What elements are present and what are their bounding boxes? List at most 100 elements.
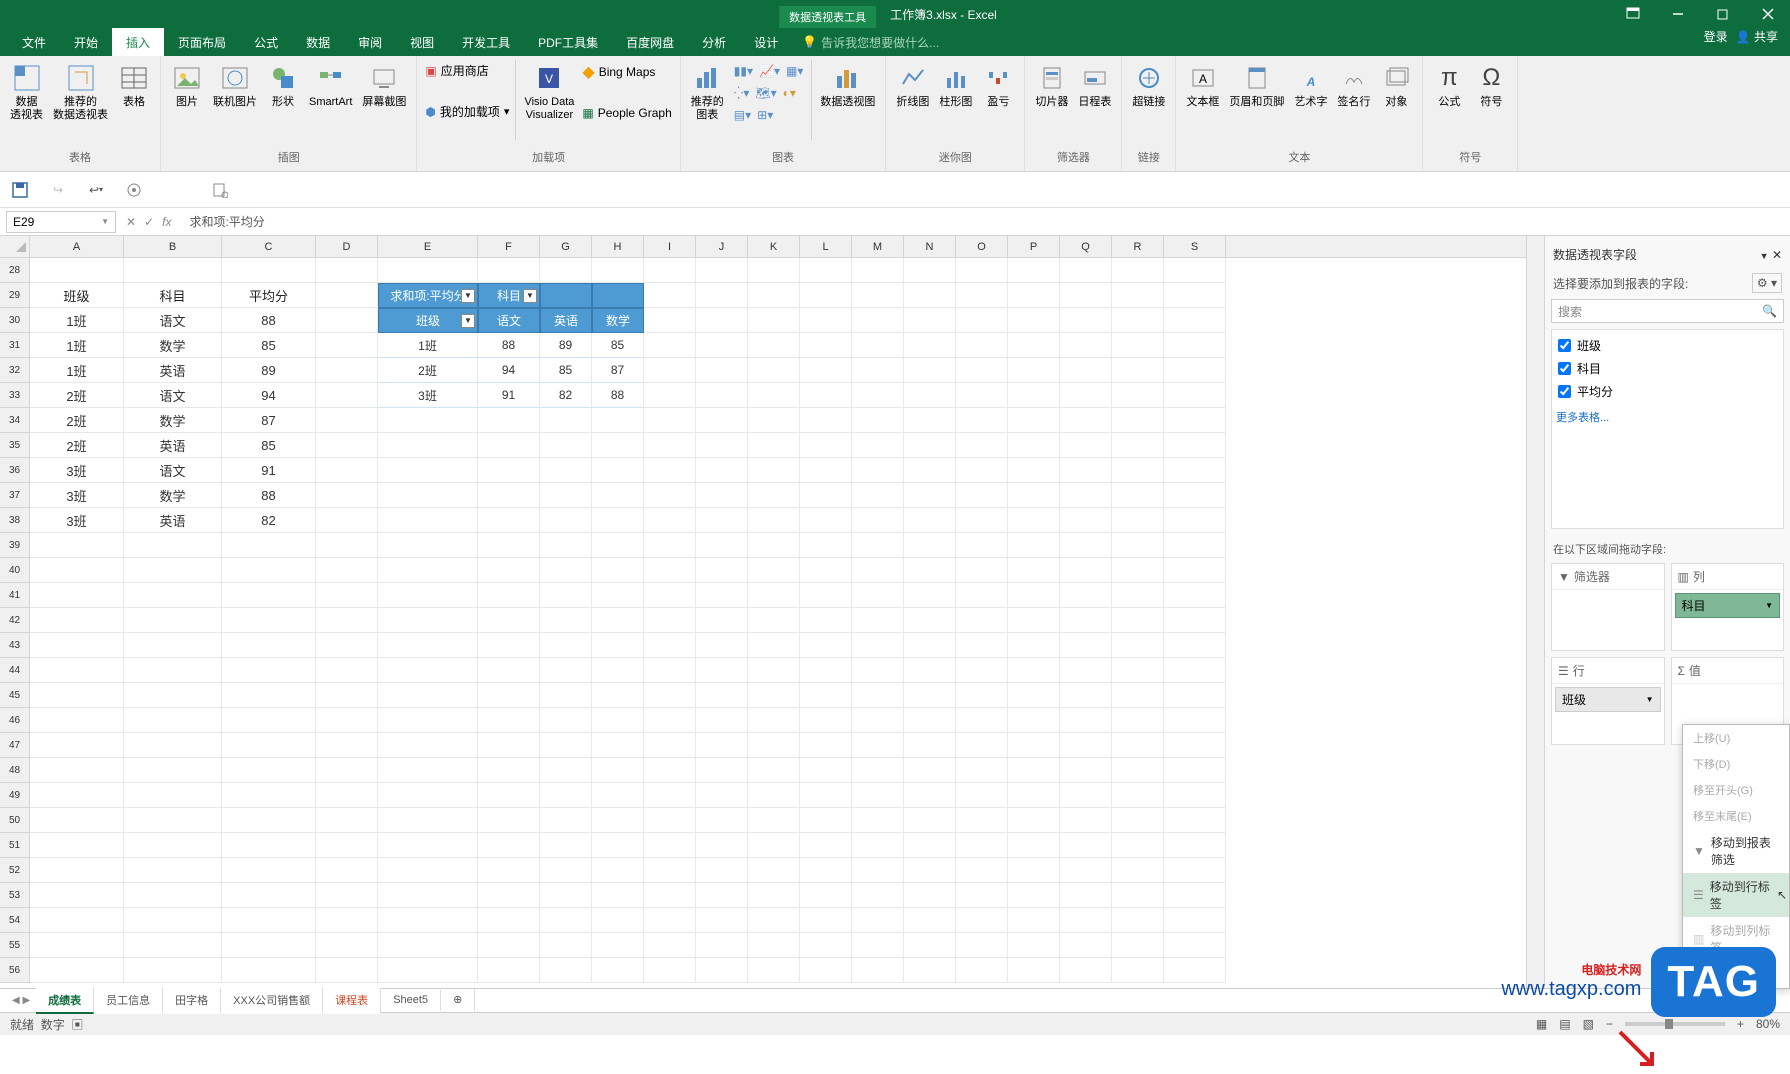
cell[interactable] [1008,333,1060,358]
cell[interactable] [1112,333,1164,358]
cell[interactable] [540,283,592,308]
cell[interactable] [316,958,378,983]
cell[interactable] [378,883,478,908]
cell[interactable] [852,258,904,283]
cell[interactable] [748,483,800,508]
hier-chart-icon[interactable]: ▦▾ [786,64,803,78]
field-checkbox-class[interactable]: 班级 [1556,334,1779,357]
cell[interactable] [1008,258,1060,283]
cell[interactable] [800,833,852,858]
cell[interactable] [1008,658,1060,683]
cell[interactable] [540,508,592,533]
cell[interactable] [222,633,316,658]
cell[interactable]: 85 [540,358,592,383]
cell[interactable] [644,683,696,708]
cell[interactable] [30,683,124,708]
cell[interactable] [1008,458,1060,483]
row-header[interactable]: 34 [0,408,30,433]
cell[interactable]: 英语 [124,508,222,533]
cell[interactable]: 2班 [30,433,124,458]
cell[interactable]: 94 [222,383,316,408]
cell[interactable]: 班级▼ [378,308,478,333]
field-checkbox-subject[interactable]: 科目 [1556,357,1779,380]
cell[interactable] [1060,783,1112,808]
column-header[interactable]: P [1008,236,1060,257]
cell[interactable] [696,258,748,283]
cell[interactable] [800,358,852,383]
cell[interactable] [478,633,540,658]
cell[interactable] [904,858,956,883]
cell[interactable] [800,383,852,408]
cell[interactable] [644,733,696,758]
cell[interactable] [316,783,378,808]
cell[interactable] [748,633,800,658]
cell[interactable] [378,433,478,458]
cell[interactable] [644,858,696,883]
cell[interactable] [1060,433,1112,458]
cell[interactable] [1112,733,1164,758]
cell[interactable] [1164,733,1226,758]
cell[interactable] [800,408,852,433]
cell[interactable] [1164,708,1226,733]
cell[interactable] [1112,258,1164,283]
row-header[interactable]: 31 [0,333,30,358]
cell[interactable] [592,833,644,858]
cell[interactable] [478,658,540,683]
cell[interactable] [378,458,478,483]
cell[interactable] [478,758,540,783]
cell[interactable]: 平均分 [222,283,316,308]
cell[interactable] [1008,633,1060,658]
cell[interactable] [1008,558,1060,583]
cell[interactable] [478,433,540,458]
cell[interactable] [30,258,124,283]
cell[interactable] [592,558,644,583]
sparkline-winloss-button[interactable]: 盈亏 [978,60,1018,111]
column-header[interactable]: I [644,236,696,257]
cell[interactable] [956,808,1008,833]
visio-data-visualizer-button[interactable]: VVisio DataVisualizer [520,60,578,124]
cell[interactable] [852,858,904,883]
screenshot-button[interactable]: 屏幕截图 [358,60,410,111]
cell[interactable] [1008,583,1060,608]
more-tables-link[interactable]: 更多表格... [1556,409,1779,425]
cell[interactable] [904,333,956,358]
view-page-icon[interactable]: ▤ [1559,1017,1570,1031]
row-field-chip[interactable]: 班级▼ [1555,687,1661,712]
dropdown-icon[interactable]: ▼ [523,289,537,303]
cell[interactable] [644,808,696,833]
save-button[interactable] [10,180,30,200]
cell[interactable] [904,408,956,433]
tab-review[interactable]: 审阅 [344,28,396,56]
cell[interactable]: 求和项:平均分▼ [378,283,478,308]
cell[interactable] [478,783,540,808]
cell[interactable] [1060,858,1112,883]
cell[interactable] [592,808,644,833]
cell[interactable] [478,258,540,283]
cell[interactable] [748,908,800,933]
cell[interactable] [644,308,696,333]
cell[interactable] [1060,508,1112,533]
cell[interactable]: 1班 [30,358,124,383]
cell[interactable] [644,483,696,508]
cell[interactable] [478,833,540,858]
cell[interactable] [316,908,378,933]
cell[interactable] [592,683,644,708]
fx-icon[interactable]: fx [162,215,171,229]
combo-chart-icon[interactable]: ⊞▾ [757,108,773,122]
cell[interactable] [1112,708,1164,733]
cell[interactable] [956,383,1008,408]
cell[interactable] [540,483,592,508]
cell[interactable] [852,733,904,758]
cell[interactable] [748,883,800,908]
cell[interactable] [956,883,1008,908]
cell[interactable] [956,558,1008,583]
cell[interactable]: 1班 [30,308,124,333]
cell[interactable] [222,683,316,708]
cell[interactable] [378,708,478,733]
cell[interactable] [696,458,748,483]
cell[interactable] [592,258,644,283]
timeline-button[interactable]: 日程表 [1074,60,1115,111]
cell[interactable] [904,808,956,833]
cell[interactable] [540,733,592,758]
store-button[interactable]: ▣应用商店 [423,60,511,81]
